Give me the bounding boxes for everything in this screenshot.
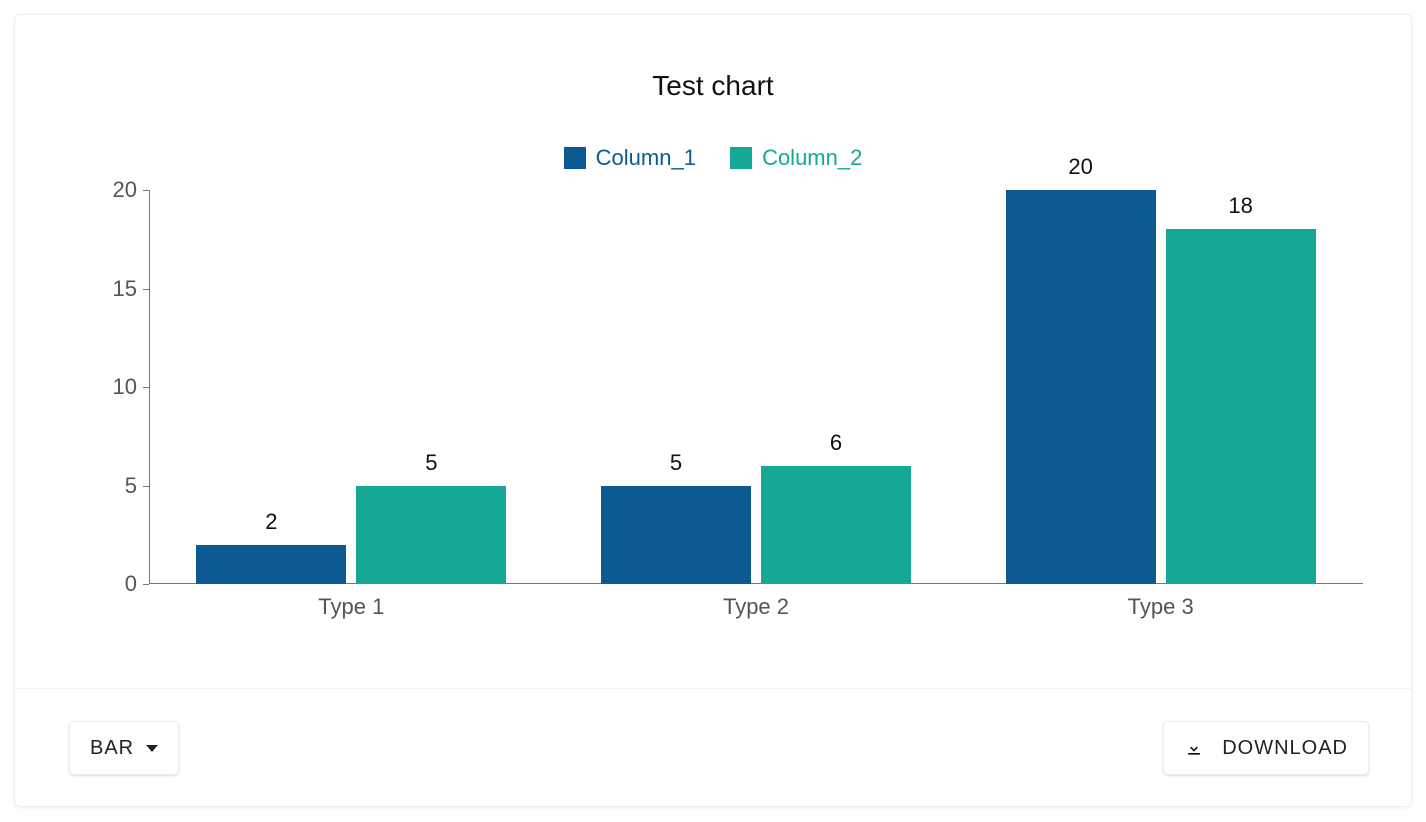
chart-type-label: BAR — [90, 737, 134, 760]
bar[interactable] — [196, 545, 346, 584]
y-axis-tick — [143, 387, 149, 388]
bar-value-label: 5 — [670, 450, 682, 476]
chart-card: Test chart Column_1 Column_2 0 5 10 15 20 Typ… — [14, 14, 1412, 807]
y-axis-tick-label: 20 — [93, 177, 137, 203]
download-button[interactable]: DOWNLOAD — [1163, 721, 1369, 775]
chart-legend: Column_1 Column_2 — [15, 145, 1411, 175]
legend-swatch-icon — [564, 147, 586, 169]
x-axis-tick-label: Type 3 — [1128, 594, 1194, 620]
bar-value-label: 6 — [830, 430, 842, 456]
bar[interactable] — [1006, 190, 1156, 584]
y-axis — [149, 190, 150, 584]
legend-item-column-1[interactable]: Column_1 — [564, 145, 696, 171]
bar[interactable] — [761, 466, 911, 584]
y-axis-tick-label: 15 — [93, 276, 137, 302]
bar[interactable] — [1166, 229, 1316, 584]
y-axis-tick-label: 5 — [93, 473, 137, 499]
y-axis-tick — [143, 289, 149, 290]
x-axis-tick-label: Type 2 — [723, 594, 789, 620]
y-axis-tick — [143, 486, 149, 487]
chart-type-selector[interactable]: BAR — [69, 721, 179, 775]
chart-title: Test chart — [15, 70, 1411, 102]
chevron-down-icon — [146, 745, 158, 752]
y-axis-tick-label: 0 — [93, 571, 137, 597]
legend-swatch-icon — [730, 147, 752, 169]
legend-label: Column_2 — [762, 145, 862, 171]
bar-value-label: 2 — [265, 509, 277, 535]
y-axis-tick — [143, 584, 149, 585]
bar[interactable] — [356, 486, 506, 585]
bar-value-label: 5 — [425, 450, 437, 476]
y-axis-tick — [143, 190, 149, 191]
download-label: DOWNLOAD — [1222, 737, 1348, 760]
chart-toolbar: BAR DOWNLOAD — [15, 688, 1411, 806]
legend-label: Column_1 — [596, 145, 696, 171]
bar[interactable] — [601, 486, 751, 585]
download-icon — [1184, 738, 1204, 758]
bar-value-label: 18 — [1228, 193, 1252, 219]
chart-plot: 05101520Type 125Type 256Type 32018 — [149, 190, 1363, 584]
x-axis-tick-label: Type 1 — [318, 594, 384, 620]
bar-value-label: 20 — [1068, 154, 1092, 180]
y-axis-tick-label: 10 — [93, 374, 137, 400]
legend-item-column-2[interactable]: Column_2 — [730, 145, 862, 171]
chart-area: Test chart Column_1 Column_2 0 5 10 15 20 Typ… — [15, 15, 1411, 687]
